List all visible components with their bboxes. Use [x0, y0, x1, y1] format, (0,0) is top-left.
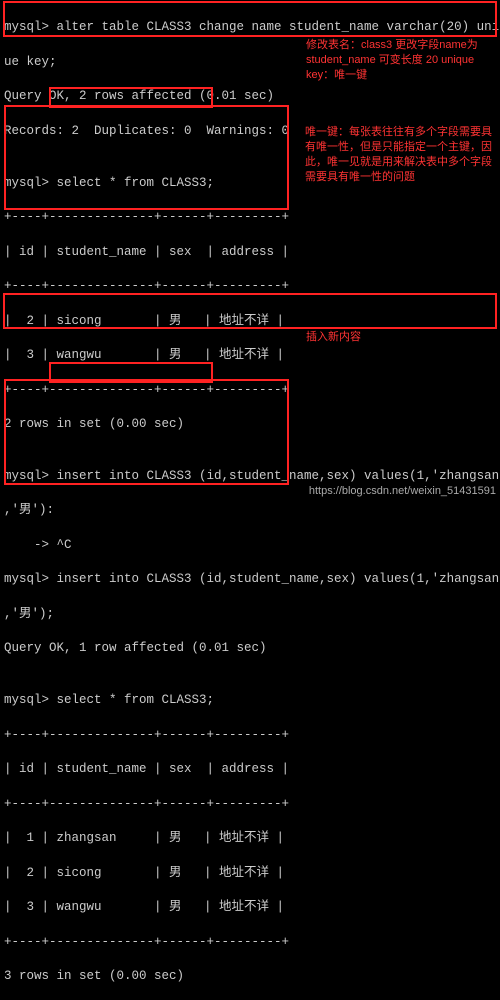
interrupt-line: -> ^C	[4, 537, 496, 554]
table-row: | 2 | sicong | 男 | 地址不详 |	[4, 865, 496, 882]
table-border: +----+--------------+------+---------+	[4, 727, 496, 744]
sql-line: ,'男');	[4, 606, 496, 623]
table-row: | 1 | zhangsan | 男 | 地址不详 |	[4, 830, 496, 847]
table-border: +----+--------------+------+---------+	[4, 278, 496, 295]
annotation-text: 插入新内容	[306, 330, 426, 345]
result-line: Query OK, 2 rows affected (0.01 sec)	[4, 88, 496, 105]
table-header: | id | student_name | sex | address |	[4, 761, 496, 778]
table-row: | 2 | sicong | 男 | 地址不详 |	[4, 313, 496, 330]
annotation-text: 修改表名：class3 更改字段name为 student_name 可变长度 …	[306, 38, 486, 83]
table-row: | 3 | wangwu | 男 | 地址不详 |	[4, 899, 496, 916]
table-border: +----+--------------+------+---------+	[4, 209, 496, 226]
sql-line: mysql> insert into CLASS3 (id,student_na…	[4, 571, 496, 588]
sql-line: mysql> insert into CLASS3 (id,student_na…	[4, 468, 496, 485]
sql-line: ,'男'):	[4, 502, 496, 519]
table-border: +----+--------------+------+---------+	[4, 382, 496, 399]
result-line: 3 rows in set (0.00 sec)	[4, 968, 496, 985]
table-border: +----+--------------+------+---------+	[4, 934, 496, 951]
table-row: | 3 | wangwu | 男 | 地址不详 |	[4, 347, 496, 364]
result-line: Query OK, 1 row affected (0.01 sec)	[4, 640, 496, 657]
result-line: 2 rows in set (0.00 sec)	[4, 416, 496, 433]
sql-line: mysql> alter table CLASS3 change name st…	[4, 19, 496, 36]
watermark-text: https://blog.csdn.net/weixin_51431591	[309, 484, 496, 499]
table-header: | id | student_name | sex | address |	[4, 244, 496, 261]
table-border: +----+--------------+------+---------+	[4, 796, 496, 813]
sql-line: mysql> select * from CLASS3;	[4, 692, 496, 709]
annotation-text: 唯一键：每张表往往有多个字段需要具有唯一性，但是只能指定一个主键，因此，唯一见就…	[305, 125, 495, 184]
